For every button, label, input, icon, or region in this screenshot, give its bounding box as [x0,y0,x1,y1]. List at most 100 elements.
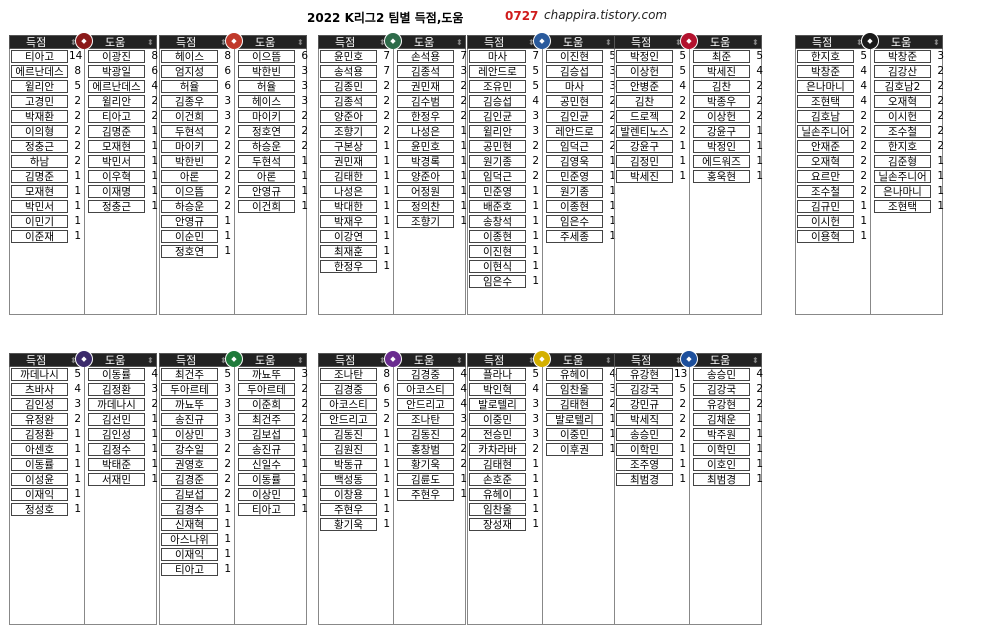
goal-count: 1 [224,230,231,242]
scorer-row: 한지호 5 [796,49,870,64]
sort-arrow-icon[interactable]: ⬍ [605,354,612,367]
goal-count: 1 [74,200,81,212]
sort-arrow-icon[interactable]: ⬍ [456,354,463,367]
player-name: 정호연 [161,245,218,258]
player-name: 박재우 [320,215,377,228]
player-name: 서재민 [88,473,145,486]
player-name: 강민규 [616,398,673,411]
sort-arrow-icon[interactable]: ⬍ [297,354,304,367]
sort-arrow-icon[interactable]: ⬍ [605,36,612,49]
scorer-row: 이종현 1 [468,229,542,244]
goal-count: 2 [860,140,867,152]
scorer-row: 까뇨뚜 3 [160,397,234,412]
assister-row: 이중민 1 [543,427,616,442]
player-name: 아코스티 [320,398,377,411]
sort-arrow-icon[interactable]: ⬍ [147,354,154,367]
assist-count: 1 [301,443,308,455]
scorer-row: 김인성 3 [10,397,84,412]
club-crest-icon: ◆ [384,32,402,50]
assists-column: 손석용 7 김종석 3 권민재 2 김수범 2 한정우 2 나성은 1 윤민호 1 박경록 1 양준아 1 어정원 1… [393,49,467,314]
assist-count: 1 [151,170,158,182]
assister-row: 헤이스 3 [235,94,308,109]
assist-count: 1 [460,215,467,227]
goal-count: 5 [532,368,539,380]
assist-count: 1 [460,185,467,197]
team-body: 유강현 13 김강국 5 강민규 2 박세직 2 송승민 2 이학민 1 조주영 1 최범경 1 송승민 4 김강국… [614,367,763,625]
scorer-row: 김승섭 4 [468,94,542,109]
scorer-row: 박민서 1 [10,199,84,214]
assister-row: 김수범 2 [394,94,467,109]
goal-count: 2 [224,458,231,470]
player-name: 조나탄 [320,368,377,381]
goal-count: 5 [224,368,231,380]
assister-row: 이후권 1 [543,442,616,457]
player-name: 공민현 [546,95,603,108]
player-name: 두현석 [161,125,218,138]
player-name: 임찬울 [546,383,603,396]
player-name: 김찬 [616,95,673,108]
goal-count: 2 [679,110,686,122]
scorer-row: 이동률 1 [10,457,84,472]
player-name: 드로젝 [616,110,673,123]
team-header: 득점 ⬍ ◆ 도움 ⬍ [614,350,762,368]
goal-count: 4 [860,65,867,77]
player-name: 하남 [11,155,68,168]
club-crest-icon: ◆ [533,32,551,50]
player-name: 김규민 [797,200,854,213]
sort-arrow-icon[interactable]: ⬍ [752,36,759,49]
player-name: 이진현 [546,50,603,63]
assist-count: 2 [460,80,467,92]
player-name: 한지호 [797,50,854,63]
goals-column: 유강현 13 김강국 5 강민규 2 박세직 2 송승민 2 이학민 1 조주영 1 최범경 1 [615,367,689,624]
assister-row: 박창준 3 [871,49,944,64]
scorer-row: 김규민 1 [796,199,870,214]
goal-count: 2 [532,443,539,455]
player-name: 박종우 [693,95,750,108]
player-name: 정의찬 [397,200,454,213]
goal-count: 1 [532,518,539,530]
player-name: 송승민 [693,368,750,381]
player-name: 조주영 [616,458,673,471]
assist-count: 1 [151,458,158,470]
assister-row: 김강산 2 [871,64,944,79]
assister-row: 허율 3 [235,79,308,94]
sort-arrow-icon[interactable]: ⬍ [933,36,940,49]
goal-count: 2 [224,140,231,152]
player-name: 김경중 [320,383,377,396]
goal-count: 2 [74,125,81,137]
player-name: 김태현 [546,398,603,411]
team-header: 득점 ⬍ ◆ 도움 ⬍ [159,350,307,368]
goal-count: 1 [383,458,390,470]
assister-row: 이건희 1 [235,199,308,214]
assister-row: 주현우 1 [394,487,467,502]
scorer-row: 임덕근 2 [468,169,542,184]
goal-count: 1 [532,275,539,287]
assist-count: 1 [460,488,467,500]
sort-arrow-icon[interactable]: ⬍ [456,36,463,49]
assist-count: 1 [151,428,158,440]
assister-row: 서재민 1 [85,472,158,487]
player-name: 안영규 [161,215,218,228]
goal-count: 1 [383,155,390,167]
scorer-row: 윌리안 5 [10,79,84,94]
assist-count: 4 [151,368,158,380]
scorer-row: 손호준 1 [468,472,542,487]
goal-count: 1 [74,428,81,440]
team-body: 헤이스 8 엄지성 6 허율 6 김종우 3 이건희 3 두현석 2 마이키 2 박한빈 2 아론 2 이으뜸 2 하승… [159,49,308,315]
scorer-row: 강윤구 1 [615,139,689,154]
scorer-row: 전승민 3 [468,427,542,442]
sort-arrow-icon[interactable]: ⬍ [752,354,759,367]
assister-row: 공민현 2 [543,94,616,109]
player-name: 어정원 [397,185,454,198]
player-name: 이민기 [11,215,68,228]
sort-arrow-icon[interactable]: ⬍ [147,36,154,49]
assister-row: 황기욱 2 [394,457,467,472]
player-name: 안병준 [616,80,673,93]
scorer-row: 하승운 2 [160,199,234,214]
goal-count: 1 [74,185,81,197]
goals-column: 최건주 5 두아르테 3 까뇨뚜 3 송진규 3 이상민 3 강수일 2 권영호 2 김경준 2 김보섭 2 김경수… [160,367,234,624]
scorer-row: 김경준 2 [160,472,234,487]
goal-count: 1 [679,458,686,470]
assist-count: 1 [756,125,763,137]
sort-arrow-icon[interactable]: ⬍ [297,36,304,49]
